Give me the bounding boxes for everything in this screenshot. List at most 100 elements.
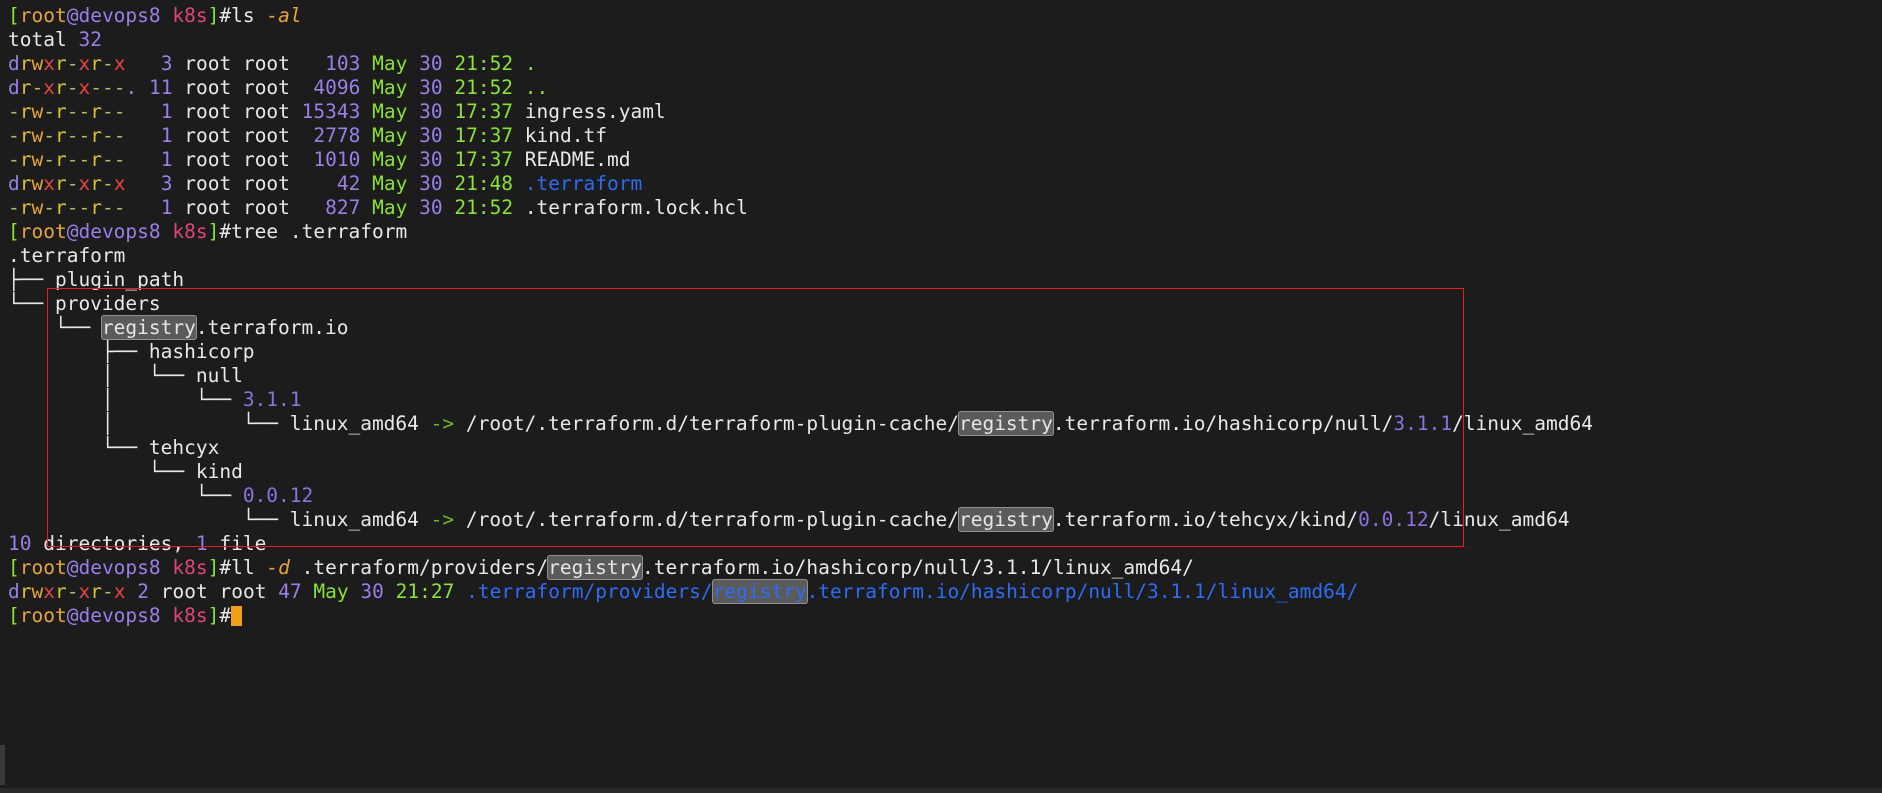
ls-owner: root: [184, 148, 232, 171]
tree-branch-icon: └──: [8, 316, 102, 339]
tree-root-label: .terraform: [8, 244, 126, 267]
window-bottom-edge: [0, 788, 1882, 793]
ls-owner: root: [184, 172, 232, 195]
ls-links: 1: [160, 196, 173, 219]
ls-links: 11: [149, 76, 173, 99]
ls-day: 30: [419, 124, 443, 147]
prompt-cwd: k8s: [172, 604, 208, 627]
active-prompt-line[interactable]: [root@devops8 k8s]#: [8, 604, 1882, 628]
ls-group: root: [242, 100, 290, 123]
ls-day: 30: [419, 100, 443, 123]
command-name-ll: ll: [231, 556, 255, 579]
prompt-bracket-open: [: [8, 556, 20, 579]
ls-day: 30: [419, 196, 443, 219]
ls-month: May: [372, 124, 408, 147]
tree-node-label: hashicorp: [148, 340, 255, 363]
tree-node-tehcyx: └── tehcyx: [8, 436, 1882, 460]
ls-owner: root: [184, 196, 232, 219]
symlink-arrow-icon: ->: [418, 412, 466, 435]
tree-dir-label: directories,: [31, 532, 196, 555]
search-match-highlight: registry: [547, 555, 644, 580]
ls-time: 21:27: [395, 580, 455, 603]
ls-time: 21:52: [454, 196, 514, 219]
command-name-ls: ls: [231, 4, 255, 27]
command-name-tree: tree: [231, 220, 279, 243]
tree-branch-icon: │ └──: [8, 364, 196, 387]
symlink-name: linux_amd64: [289, 412, 419, 435]
tree-node-kind-version: └── 0.0.12: [8, 484, 1882, 508]
ls-group: root: [242, 148, 290, 171]
ls-perm: drwxr-xr-x: [8, 172, 126, 195]
ls-group: root: [242, 52, 290, 75]
prompt-host: @devops8: [66, 220, 161, 243]
ls-group: root: [219, 580, 267, 603]
table-row: drwxr-xr-x 3 root root 42 May 30 21:48 .…: [8, 172, 1882, 196]
ls-size: 827: [325, 196, 361, 219]
tree-node-null: │ └── null: [8, 364, 1882, 388]
ls-dirpath-pre: .terraform/providers/: [466, 580, 713, 603]
ls-time: 17:37: [454, 124, 514, 147]
tree-summary: 10 directories, 1 file: [8, 532, 1882, 556]
ls-size: 103: [325, 52, 361, 75]
prompt-user: root: [19, 556, 67, 579]
prompt-host: @devops8: [66, 556, 161, 579]
command-line-ls: [root@devops8 k8s]#ls -al: [8, 4, 1882, 28]
ls-time: 21:52: [454, 76, 514, 99]
ls-month: May: [372, 76, 408, 99]
prompt-bracket-close: ]: [207, 4, 220, 27]
prompt-user: root: [19, 4, 67, 27]
tree-node-kind: └── kind: [8, 460, 1882, 484]
ls-perm: drwxr-xr-x: [8, 580, 126, 603]
table-row: drwxr-xr-x 3 root root 103 May 30 21:52 …: [8, 52, 1882, 76]
ls-month: May: [313, 580, 349, 603]
prompt-cwd: k8s: [172, 220, 208, 243]
prompt-host: @devops8: [66, 604, 161, 627]
table-row: drwxr-xr-x 2 root root 47 May 30 21:27 .…: [8, 579, 1882, 604]
command-line-tree: [root@devops8 k8s]#tree .terraform: [8, 220, 1882, 244]
tree-dir-count: 10: [8, 532, 32, 555]
scrollbar[interactable]: [0, 745, 5, 785]
ls-total-value: 32: [78, 28, 102, 51]
ls-owner: root: [160, 580, 208, 603]
prompt-bracket-close: ]: [207, 556, 220, 579]
tree-node-registry: └── registry.terraform.io: [8, 315, 1882, 340]
tree-branch-icon: ├──: [8, 268, 55, 291]
tree-node-providers: └── providers: [8, 292, 1882, 316]
tree-node-plugin-path: ├── plugin_path: [8, 268, 1882, 292]
tree-branch-icon: └──: [8, 436, 149, 459]
tree-branch-icon: └──: [8, 292, 55, 315]
ls-month: May: [372, 172, 408, 195]
ls-day: 30: [419, 172, 443, 195]
ls-perm: -rw-r--r--: [8, 148, 126, 171]
prompt-host: @devops8: [66, 4, 161, 27]
ls-group: root: [242, 196, 290, 219]
command-flag-al: -al: [266, 4, 302, 27]
prompt-sigil: #: [219, 604, 232, 627]
search-match-highlight: registry: [957, 411, 1054, 436]
ls-links: 1: [160, 100, 173, 123]
prompt-user: root: [19, 220, 67, 243]
ls-month: May: [372, 148, 408, 171]
ls-month: May: [372, 196, 408, 219]
prompt-sigil: #: [219, 4, 232, 27]
ls-day: 30: [360, 580, 384, 603]
ls-size: 42: [336, 172, 361, 195]
tree-file-count: 1: [195, 532, 208, 555]
ls-total-label: total: [8, 28, 67, 51]
ls-day: 30: [419, 148, 443, 171]
ls-perm: -rw-r--r--: [8, 100, 126, 123]
ls-time: 17:37: [454, 100, 514, 123]
prompt-sigil: #: [219, 556, 232, 579]
ls-links: 2: [137, 580, 149, 603]
terminal-window[interactable]: [root@devops8 k8s]#ls -al total 32 drwxr…: [0, 0, 1882, 793]
ls-owner: root: [184, 100, 232, 123]
table-row: dr-xr-x---. 11 root root 4096 May 30 21:…: [8, 76, 1882, 100]
tree-node-null-symlink: │ └── linux_amd64 -> /root/.terraform.d/…: [8, 411, 1882, 436]
command-arg-post: .terraform.io/hashicorp/null/3.1.1/linux…: [642, 556, 1194, 579]
symlink-target-tail: /linux_amd64: [1428, 508, 1570, 531]
ls-day: 30: [419, 52, 443, 75]
prompt-cwd: k8s: [172, 4, 208, 27]
ls-perm: drwxr-xr-x: [8, 52, 126, 75]
ls-time: 17:37: [454, 148, 514, 171]
ls-links: 1: [160, 148, 173, 171]
